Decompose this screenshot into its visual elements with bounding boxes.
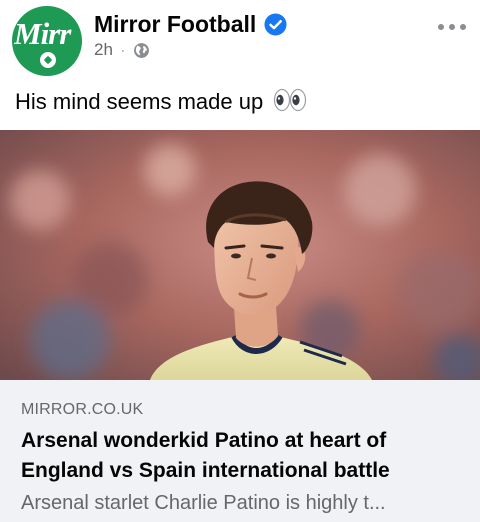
avatar-logo-text: Mirr bbox=[14, 18, 71, 49]
page-avatar[interactable]: Mirr bbox=[12, 6, 82, 76]
meta-separator: · bbox=[120, 43, 125, 57]
player-photo-illustration bbox=[0, 130, 480, 380]
link-description: Arsenal starlet Charlie Patino is highly… bbox=[21, 492, 386, 514]
post-meta: 2h · bbox=[94, 40, 150, 60]
article-photo[interactable] bbox=[0, 130, 480, 380]
more-horizontal-icon bbox=[438, 24, 444, 30]
link-preview-card[interactable]: MIRROR.CO.UK Arsenal wonderkid Patino at… bbox=[0, 380, 480, 522]
link-domain: MIRROR.CO.UK bbox=[21, 401, 144, 418]
post-timestamp[interactable]: 2h bbox=[94, 40, 113, 60]
verified-badge-icon bbox=[264, 13, 287, 36]
more-options-button[interactable] bbox=[434, 16, 470, 38]
eyes-emoji bbox=[274, 88, 307, 112]
caption-text: His mind seems made up bbox=[15, 89, 264, 114]
globe-icon bbox=[133, 42, 149, 58]
post-caption: His mind seems made up bbox=[15, 88, 307, 115]
page-name-link[interactable]: Mirror Football bbox=[94, 11, 256, 38]
link-title[interactable]: Arsenal wonderkid Patino at heart of Eng… bbox=[21, 426, 466, 486]
post-header: Mirr Mirror Football 2h · bbox=[0, 0, 480, 84]
football-icon bbox=[40, 52, 56, 68]
